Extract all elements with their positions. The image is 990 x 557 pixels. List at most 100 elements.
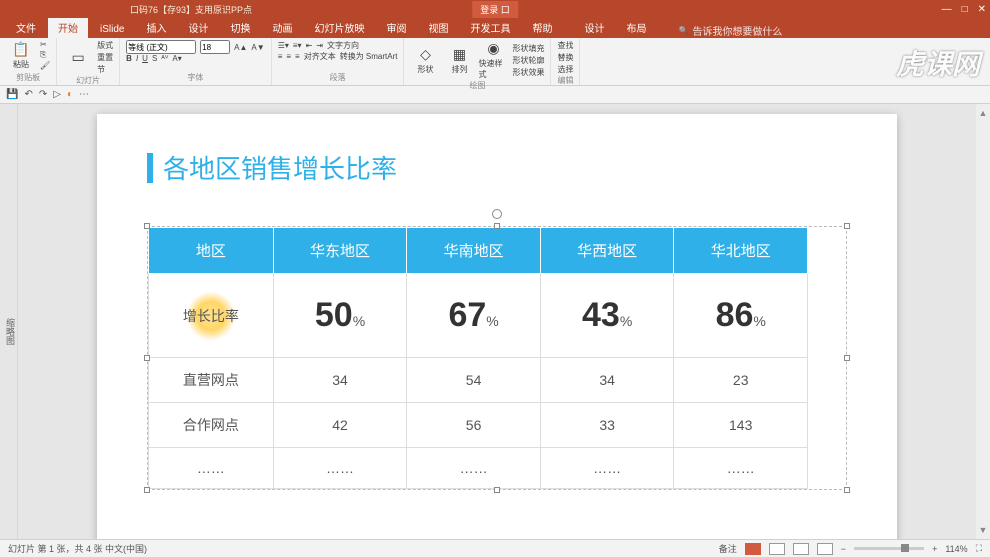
- tab-insert[interactable]: 插入: [136, 17, 176, 38]
- table-cell[interactable]: 34: [540, 358, 674, 403]
- resize-handle[interactable]: [144, 223, 150, 229]
- underline-button[interactable]: U: [142, 54, 148, 63]
- align-center-button[interactable]: ≡: [286, 52, 291, 61]
- table-header[interactable]: 华南地区: [407, 228, 541, 274]
- copy-button[interactable]: ⎘: [40, 50, 50, 60]
- zoom-slider[interactable]: [854, 547, 924, 550]
- resize-handle[interactable]: [844, 487, 850, 493]
- normal-view-button[interactable]: [745, 543, 761, 555]
- table-cell[interactable]: 54: [407, 358, 541, 403]
- tab-islide[interactable]: iSlide: [90, 21, 134, 38]
- qat-redo-icon[interactable]: ↷: [39, 89, 47, 100]
- slideshow-view-button[interactable]: [817, 543, 833, 555]
- font-color-button[interactable]: A▾: [172, 54, 181, 63]
- section-button[interactable]: 节: [97, 64, 113, 75]
- increase-font-button[interactable]: A▲: [234, 43, 247, 52]
- qat-undo-icon[interactable]: ↶: [24, 89, 32, 100]
- resize-handle[interactable]: [844, 223, 850, 229]
- select-button[interactable]: 选择: [557, 64, 573, 75]
- window-close-icon[interactable]: ✕: [978, 4, 986, 15]
- zoom-in-button[interactable]: +: [932, 544, 937, 554]
- tell-me-search[interactable]: 告诉我你想要做什么: [678, 23, 782, 38]
- resize-handle[interactable]: [144, 487, 150, 493]
- replace-button[interactable]: 替换: [557, 52, 573, 63]
- table-header[interactable]: 华东地区: [273, 228, 407, 274]
- italic-button[interactable]: I: [136, 54, 138, 63]
- table-cell[interactable]: ……: [674, 448, 808, 489]
- table-header[interactable]: 地区: [149, 228, 274, 274]
- table-cell[interactable]: ……: [149, 448, 274, 489]
- table-cell[interactable]: 42: [273, 403, 407, 448]
- shapes-button[interactable]: ◇形状: [410, 46, 440, 75]
- shape-fill-button[interactable]: 形状填充: [512, 43, 544, 54]
- table-cell[interactable]: ……: [540, 448, 674, 489]
- reset-button[interactable]: 重置: [97, 52, 113, 63]
- qat-save-icon[interactable]: 💾: [6, 89, 18, 100]
- tab-devtools[interactable]: 开发工具: [460, 17, 520, 38]
- paste-button[interactable]: 📋粘贴: [6, 41, 36, 70]
- tab-animation[interactable]: 动画: [262, 17, 302, 38]
- resize-handle[interactable]: [494, 223, 500, 229]
- decrease-font-button[interactable]: A▼: [251, 43, 264, 52]
- quickstyle-button[interactable]: ◉快速样式: [478, 40, 508, 80]
- slide-canvas[interactable]: 各地区销售增长比率 地区 华东地区 华南地区 华西地区 华北地区: [18, 104, 976, 539]
- cut-button[interactable]: ✂: [40, 40, 50, 49]
- data-table[interactable]: 地区 华东地区 华南地区 华西地区 华北地区 增长比率 50% 67% 43% …: [148, 227, 808, 489]
- table-cell[interactable]: 143: [674, 403, 808, 448]
- new-slide-button[interactable]: ▭: [63, 49, 93, 66]
- notes-button[interactable]: 备注: [719, 542, 737, 555]
- find-button[interactable]: 查找: [557, 40, 573, 51]
- scroll-down-icon[interactable]: ▼: [979, 525, 988, 535]
- qat-color-icon[interactable]: ◐: [67, 89, 73, 100]
- table-cell[interactable]: ……: [273, 448, 407, 489]
- shadow-button[interactable]: ᴬⱽ: [161, 54, 168, 63]
- numbering-button[interactable]: ≡▾: [293, 41, 302, 50]
- resize-handle[interactable]: [494, 487, 500, 493]
- table-cell[interactable]: 33: [540, 403, 674, 448]
- tab-view[interactable]: 视图: [418, 17, 458, 38]
- scroll-up-icon[interactable]: ▲: [979, 108, 988, 118]
- tab-review[interactable]: 审阅: [376, 17, 416, 38]
- table-cell[interactable]: 56: [407, 403, 541, 448]
- zoom-level[interactable]: 114%: [945, 544, 967, 554]
- format-painter-button[interactable]: 🖌: [40, 61, 50, 70]
- indent-increase-button[interactable]: ⇥: [316, 41, 323, 50]
- tab-file[interactable]: 文件: [6, 17, 46, 38]
- reading-view-button[interactable]: [793, 543, 809, 555]
- tab-transition[interactable]: 切换: [220, 17, 260, 38]
- tab-slideshow[interactable]: 幻灯片放映: [304, 17, 374, 38]
- arrange-button[interactable]: ▦排列: [444, 46, 474, 75]
- table-cell[interactable]: ……: [407, 448, 541, 489]
- table-cell[interactable]: 34: [273, 358, 407, 403]
- table-cell[interactable]: 直营网点: [149, 358, 274, 403]
- smartart-button[interactable]: 转换为 SmartArt: [340, 51, 398, 62]
- table-cell[interactable]: 43%: [540, 274, 674, 358]
- table-cell[interactable]: 合作网点: [149, 403, 274, 448]
- table-header[interactable]: 华北地区: [674, 228, 808, 274]
- table-header[interactable]: 华西地区: [540, 228, 674, 274]
- tab-help[interactable]: 帮助: [522, 17, 562, 38]
- table-cell[interactable]: 50%: [273, 274, 407, 358]
- bullets-button[interactable]: ☰▾: [278, 41, 289, 50]
- font-size-input[interactable]: [200, 40, 230, 54]
- sorter-view-button[interactable]: [769, 543, 785, 555]
- zoom-out-button[interactable]: −: [841, 544, 846, 554]
- tab-table-layout[interactable]: 布局: [616, 17, 656, 38]
- vertical-scrollbar[interactable]: ▲ ▼: [976, 104, 990, 539]
- table-cell[interactable]: 67%: [407, 274, 541, 358]
- resize-handle[interactable]: [844, 355, 850, 361]
- tab-design[interactable]: 设计: [178, 17, 218, 38]
- qat-more-icon[interactable]: ⋯: [79, 89, 89, 100]
- text-direction-button[interactable]: 文字方向: [327, 40, 359, 51]
- align-right-button[interactable]: ≡: [295, 52, 300, 61]
- shape-outline-button[interactable]: 形状轮廓: [512, 55, 544, 66]
- rotate-handle-icon[interactable]: [492, 209, 502, 219]
- fit-window-icon[interactable]: ⛶: [976, 543, 982, 554]
- table-cell[interactable]: 增长比率: [149, 274, 274, 358]
- table-cell[interactable]: 23: [674, 358, 808, 403]
- qat-start-icon[interactable]: ▷: [53, 89, 61, 100]
- shape-effects-button[interactable]: 形状效果: [512, 67, 544, 78]
- thumbnail-panel-collapsed[interactable]: 缩略图: [0, 104, 18, 539]
- font-name-input[interactable]: [126, 40, 196, 54]
- title-tab-login[interactable]: 登录 口: [472, 1, 518, 18]
